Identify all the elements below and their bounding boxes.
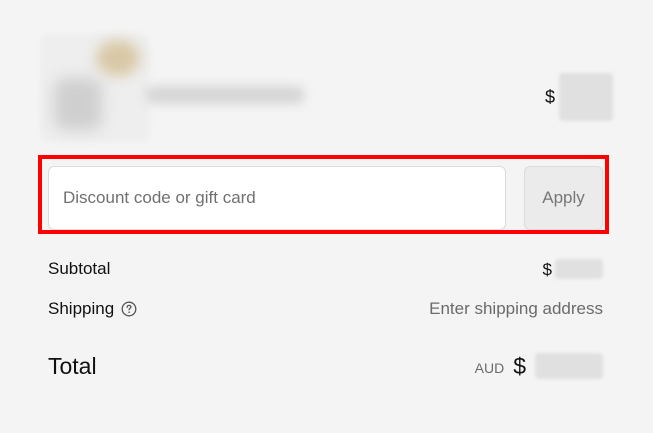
- product-image: [40, 34, 150, 142]
- discount-code-input[interactable]: [48, 166, 506, 230]
- shipping-label-group: Shipping: [48, 299, 137, 319]
- total-currency-symbol: $: [513, 352, 526, 379]
- subtotal-row: Subtotal $: [48, 256, 603, 282]
- subtotal-label: Subtotal: [48, 259, 111, 278]
- total-value: AUD $: [475, 353, 603, 379]
- product-name-redacted: [145, 86, 305, 104]
- subtotal-value: $: [543, 259, 603, 279]
- question-circle-icon[interactable]: [121, 301, 137, 317]
- product-price-amount-redacted: [559, 73, 613, 121]
- subtotal-currency: $: [542, 259, 552, 279]
- total-amount-redacted: [535, 353, 603, 379]
- shipping-label: Shipping: [48, 299, 115, 318]
- total-row: Total AUD $: [48, 348, 603, 384]
- subtotal-amount-redacted: [555, 259, 603, 279]
- product-price-currency: $: [544, 87, 555, 107]
- apply-discount-button[interactable]: Apply: [524, 166, 603, 230]
- shipping-row: Shipping Enter shipping address: [48, 296, 603, 322]
- product-price: $: [545, 72, 613, 122]
- shipping-value: Enter shipping address: [429, 299, 603, 318]
- total-label: Total: [48, 352, 97, 379]
- total-currency-code: AUD: [474, 360, 505, 376]
